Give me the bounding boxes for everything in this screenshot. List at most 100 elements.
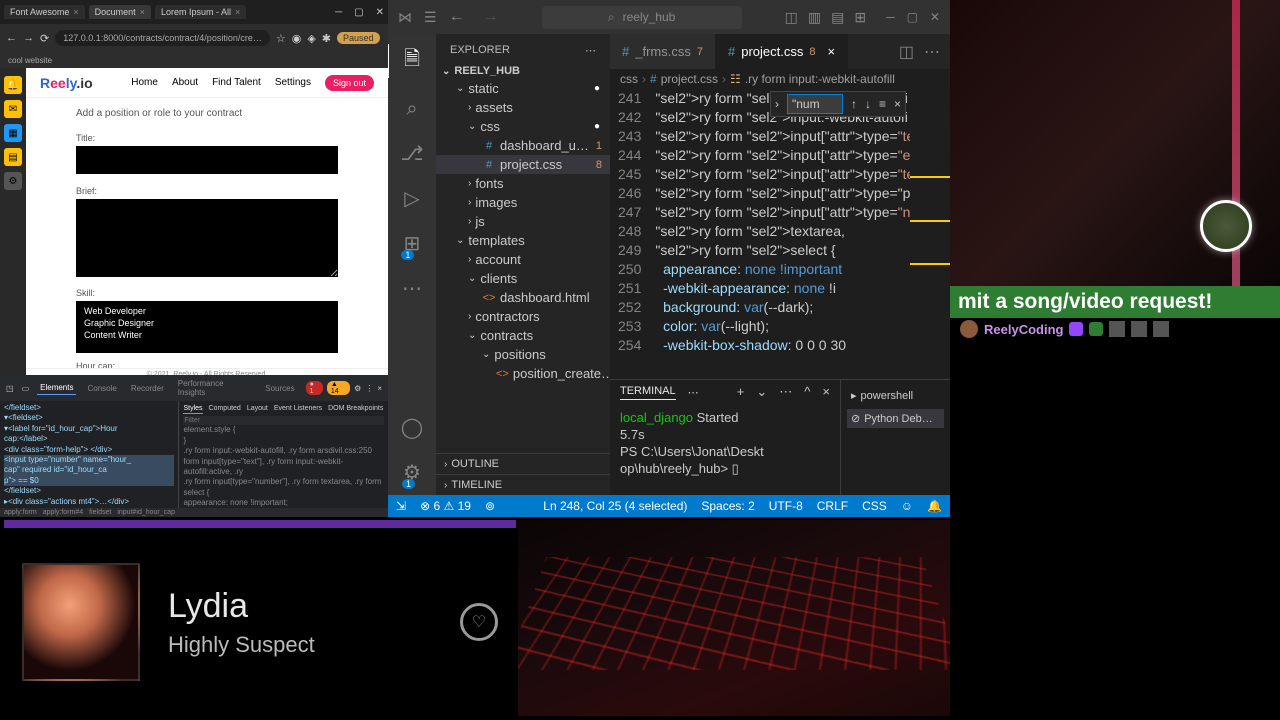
browser-tab[interactable]: Font Awesome× [4, 5, 85, 19]
bell-icon[interactable]: 🔔 [4, 76, 22, 94]
split-icon[interactable]: ◫ [899, 42, 914, 62]
close-icon[interactable]: ✕ [930, 10, 940, 24]
maximize-icon[interactable]: ▢ [907, 10, 918, 24]
chevron-down-icon[interactable]: ⌄ [756, 384, 767, 400]
folder-item[interactable]: ⌄templates [436, 231, 610, 250]
file-item[interactable]: <>position_create… [436, 364, 610, 383]
status-encoding[interactable]: UTF-8 [769, 499, 803, 513]
folder-item[interactable]: ›contractors [436, 307, 610, 326]
code-editor[interactable]: 2412422432442452462472482492502512522532… [610, 89, 950, 379]
streamer-name[interactable]: ReelyCoding [984, 322, 1063, 337]
maximize-icon[interactable]: ^ [804, 384, 810, 400]
folder-icon[interactable]: ▤ [4, 148, 22, 166]
error-count[interactable]: ● 1 [306, 381, 323, 395]
terminal-output[interactable]: local_django Started 5.7sPS C:\Users\Jon… [610, 404, 840, 495]
skill-option[interactable]: Web Developer [80, 305, 334, 317]
debug-icon[interactable]: ▷ [404, 186, 419, 211]
command-center[interactable]: ⌕reely_hub [542, 6, 742, 29]
forward-icon[interactable]: → [483, 8, 499, 26]
device-icon[interactable]: ▭ [22, 384, 30, 393]
code-lines[interactable]: "sel2">ry form "sel2">input:-webkit-auto… [655, 89, 910, 379]
selection-icon[interactable]: ≡ [879, 97, 886, 111]
tab-console[interactable]: Console [84, 382, 119, 395]
dom-tree[interactable]: </fieldset> ▾<fieldset> ▾<label for="id_… [0, 401, 178, 508]
skill-select[interactable]: Web Developer Graphic Designer Content W… [76, 301, 338, 353]
close-icon[interactable]: ✕ [376, 7, 384, 18]
new-terminal-icon[interactable]: + [737, 384, 745, 400]
close-icon[interactable]: × [894, 97, 901, 111]
folder-item[interactable]: ›account [436, 250, 610, 269]
next-match-icon[interactable]: ↓ [865, 97, 871, 111]
status-eol[interactable]: CRLF [817, 499, 848, 513]
remote-icon[interactable]: ⇲ [396, 499, 406, 513]
more-icon[interactable]: ⋯ [585, 44, 596, 57]
browser-tab[interactable]: Lorem Ipsum - All× [155, 5, 246, 19]
title-input[interactable] [76, 146, 338, 174]
nav-home[interactable]: Home [131, 77, 158, 88]
file-item[interactable]: <>dashboard.html [436, 288, 610, 307]
paused-badge[interactable]: Paused [337, 32, 380, 44]
status-lang[interactable]: CSS [862, 499, 887, 513]
mail-icon[interactable]: ✉ [4, 100, 22, 118]
nav-about[interactable]: About [172, 77, 198, 88]
minimize-icon[interactable]: ─ [335, 7, 342, 18]
skill-option[interactable]: Graphic Designer [80, 317, 334, 329]
more-icon[interactable]: ⋯ [688, 386, 699, 399]
folder-item[interactable]: ⌄static● [436, 79, 610, 98]
menu-icon[interactable]: ⋮ [365, 384, 373, 393]
layout-icon[interactable]: ▥ [808, 9, 821, 26]
close-icon[interactable]: × [235, 7, 240, 17]
editor-tab[interactable]: #project.css8× [716, 34, 848, 69]
find-input[interactable] [787, 94, 843, 114]
more-icon[interactable]: ⋯ [402, 276, 422, 301]
source-control-icon[interactable]: ⎇ [400, 141, 423, 166]
gear-icon[interactable]: ⚙1 [403, 460, 421, 485]
nav-find-talent[interactable]: Find Talent [212, 77, 261, 88]
tab-eventlisteners[interactable]: Event Listeners [274, 404, 322, 414]
forward-icon[interactable]: → [23, 31, 34, 45]
folder-item[interactable]: ⌄css● [436, 117, 610, 136]
star-icon[interactable]: ☆ [276, 31, 286, 45]
bc-item[interactable]: apply:form [4, 509, 37, 516]
bc-item[interactable]: fieldset [89, 509, 111, 516]
browser-tab[interactable]: Document× [89, 5, 151, 19]
chart-icon[interactable]: ▦ [4, 124, 22, 142]
status-spaces[interactable]: Spaces: 2 [701, 499, 754, 513]
hamburger-icon[interactable]: ☰ [424, 9, 437, 26]
feedback-icon[interactable]: ☺ [901, 499, 913, 513]
account-icon[interactable]: ◯ [401, 415, 423, 440]
file-item[interactable]: #project.css8 [436, 155, 610, 174]
skill-option[interactable]: Content Writer [80, 329, 334, 341]
close-icon[interactable]: × [73, 7, 78, 17]
search-icon[interactable]: ⌕ [406, 98, 417, 121]
more-icon[interactable]: ⋯ [924, 42, 940, 62]
editor-tab[interactable]: #_frms.css7 [610, 34, 716, 69]
back-icon[interactable]: ← [449, 8, 465, 26]
minimize-icon[interactable]: ─ [886, 10, 895, 24]
heart-icon[interactable]: ♡ [460, 603, 498, 641]
warning-count[interactable]: ▲ 14 [327, 381, 350, 395]
bell-icon[interactable]: 🔔 [927, 499, 942, 513]
tab-layout[interactable]: Layout [247, 404, 268, 414]
timeline-section[interactable]: ›TIMELINE [436, 474, 610, 495]
live-icon[interactable]: ⊚ [485, 499, 495, 513]
extension-icon[interactable]: ◈ [307, 31, 315, 45]
close-icon[interactable]: × [827, 44, 835, 59]
close-icon[interactable]: × [377, 384, 382, 393]
signout-button[interactable]: Sign out [325, 75, 374, 91]
folder-item[interactable]: ›assets [436, 98, 610, 117]
logo[interactable]: Reely.io [40, 75, 93, 91]
gear-icon[interactable]: ⚙ [4, 172, 22, 190]
more-icon[interactable]: ⋯ [779, 384, 792, 400]
minimap[interactable] [910, 89, 950, 379]
vscode-logo-icon[interactable]: ⋈ [398, 9, 412, 26]
folder-item[interactable]: ⌄positions [436, 345, 610, 364]
outline-section[interactable]: ›OUTLINE [436, 453, 610, 474]
project-root[interactable]: ⌄REELY_HUB [436, 63, 610, 79]
bookmark-item[interactable]: cool website [8, 56, 52, 65]
bc-item[interactable]: input#id_hour_cap [117, 509, 175, 516]
puzzle-icon[interactable]: ✱ [322, 31, 331, 45]
tab-sources[interactable]: Sources [262, 382, 297, 395]
breadcrumb[interactable]: css› #project.css› ☷.ry form input:-webk… [610, 69, 950, 89]
folder-item[interactable]: ⌄clients [436, 269, 610, 288]
